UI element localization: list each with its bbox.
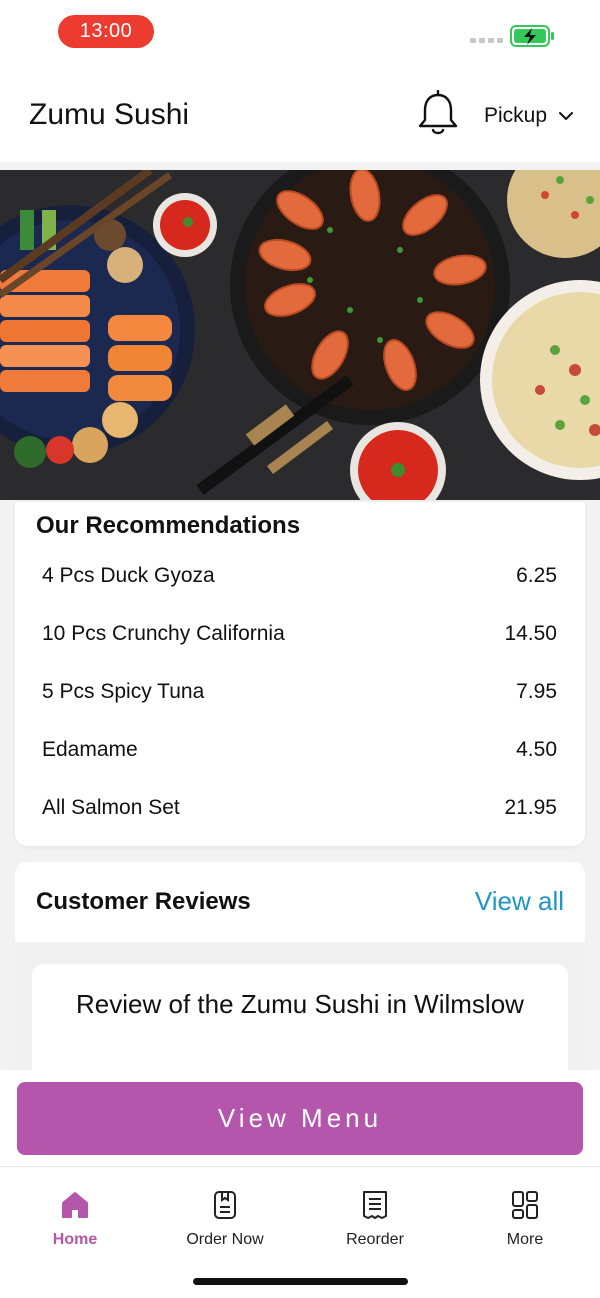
- item-price: 6.25: [516, 564, 557, 587]
- home-icon: [62, 1192, 88, 1218]
- review-card-title: Review of the Zumu Sushi in Wilmslow: [76, 989, 524, 1019]
- recommendations-card: Our Recommendations 4 Pcs Duck Gyoza 6.2…: [15, 502, 585, 846]
- tab-more[interactable]: More: [470, 1189, 580, 1259]
- item-name: 10 Pcs Crunchy California: [42, 622, 285, 645]
- list-item[interactable]: Edamame 4.50: [42, 738, 557, 768]
- list-item[interactable]: 4 Pcs Duck Gyoza 6.25: [42, 564, 557, 594]
- tab-label: Order Now: [186, 1231, 264, 1248]
- bell-icon[interactable]: [416, 90, 460, 138]
- status-bar: 13:00: [0, 0, 600, 64]
- view-menu-bar: View Menu: [0, 1070, 600, 1166]
- item-price: 7.95: [516, 680, 557, 703]
- item-name: 5 Pcs Spicy Tuna: [42, 680, 205, 703]
- item-price: 4.50: [516, 738, 557, 761]
- reviews-title: Customer Reviews: [36, 888, 251, 915]
- order-mode-selector[interactable]: Pickup: [484, 104, 574, 128]
- battery-charging-icon: [510, 25, 554, 47]
- list-item[interactable]: 10 Pcs Crunchy California 14.50: [42, 622, 557, 652]
- item-price: 21.95: [504, 796, 557, 819]
- chevron-down-icon: [559, 112, 574, 120]
- receipt-icon: [363, 1191, 387, 1219]
- tab-reorder[interactable]: Reorder: [320, 1189, 430, 1259]
- recommendations-title: Our Recommendations: [36, 512, 301, 539]
- tab-label: Home: [52, 1231, 98, 1248]
- order-mode-label: Pickup: [484, 104, 548, 127]
- reviews-section: Review of the Zumu Sushi in Wilmslow: [15, 942, 585, 1104]
- app-header: Zumu Sushi Pickup: [0, 64, 600, 162]
- item-name: 4 Pcs Duck Gyoza: [42, 564, 215, 587]
- item-name: Edamame: [42, 738, 138, 761]
- view-menu-button[interactable]: View Menu: [17, 1082, 583, 1155]
- food-banner-image: [0, 170, 600, 500]
- tab-order-now[interactable]: Order Now: [170, 1189, 280, 1259]
- signal-dots-icon: [470, 38, 503, 43]
- tab-label: More: [506, 1231, 544, 1248]
- grid-icon: [512, 1191, 538, 1219]
- item-price: 14.50: [504, 622, 557, 645]
- tab-label: Reorder: [346, 1231, 404, 1248]
- item-name: All Salmon Set: [42, 796, 180, 819]
- reviews-header: Customer Reviews View all: [15, 862, 585, 942]
- list-item[interactable]: All Salmon Set 21.95: [42, 796, 557, 826]
- status-time: 13:00: [58, 15, 154, 48]
- tab-home[interactable]: Home: [20, 1189, 130, 1259]
- menu-book-icon: [214, 1191, 236, 1219]
- home-indicator: [193, 1278, 408, 1285]
- app-screen: 13:00 Zumu Sushi Pickup Our Recommendati…: [0, 0, 600, 1298]
- view-all-link[interactable]: View all: [475, 886, 564, 917]
- list-item[interactable]: 5 Pcs Spicy Tuna 7.95: [42, 680, 557, 710]
- restaurant-title: Zumu Sushi: [29, 98, 190, 131]
